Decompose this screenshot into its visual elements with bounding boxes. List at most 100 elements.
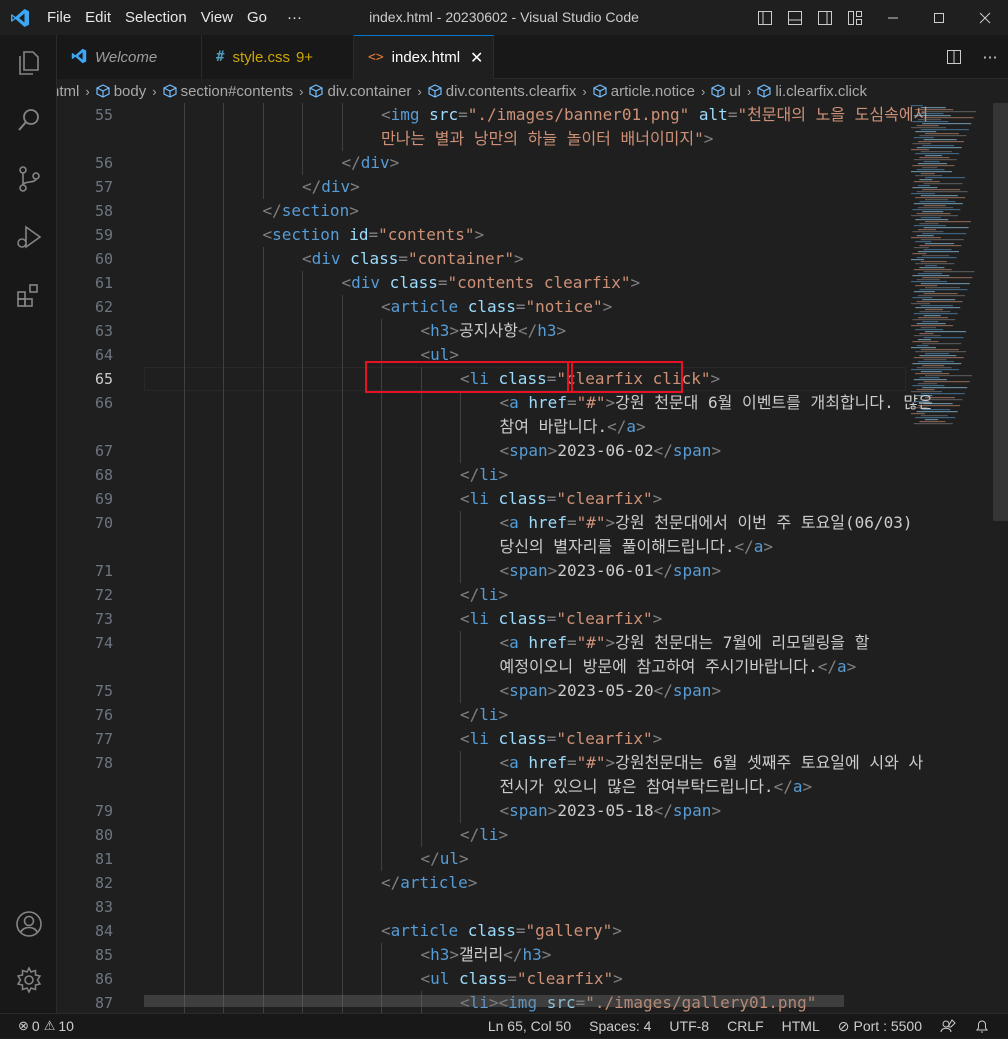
toggle-primary-sidebar-icon[interactable] bbox=[750, 0, 780, 35]
minimap[interactable] bbox=[905, 103, 995, 1013]
code-line[interactable]: </div> bbox=[342, 151, 400, 175]
notifications-bell-icon[interactable] bbox=[965, 1014, 1008, 1039]
code-token: > bbox=[498, 465, 509, 484]
code-line[interactable]: <span>2023-05-18</span> bbox=[500, 799, 722, 823]
feedback-icon[interactable] bbox=[931, 1014, 965, 1039]
code-line[interactable]: 만나는 별과 낭만의 하늘 놀이터 배너이미지"> bbox=[381, 127, 713, 151]
settings-gear-icon[interactable] bbox=[0, 956, 57, 1004]
code-line[interactable]: <span>2023-06-01</span> bbox=[500, 559, 722, 583]
end-of-line[interactable]: CRLF bbox=[718, 1014, 773, 1039]
minimap-line bbox=[912, 341, 939, 343]
problems-indicator[interactable]: ⊗ 0 ⚠ 10 bbox=[0, 1014, 83, 1039]
minimap-line bbox=[911, 303, 930, 305]
breadcrumb-item[interactable]: body bbox=[96, 83, 146, 100]
toggle-panel-icon[interactable] bbox=[780, 0, 810, 35]
more-actions-icon[interactable]: ··· bbox=[972, 48, 1008, 67]
code-line[interactable]: </li> bbox=[460, 703, 508, 727]
tab-style-css[interactable]: # style.css 9+ bbox=[202, 35, 354, 79]
menu-more[interactable]: ··· bbox=[280, 0, 309, 35]
close-window-icon[interactable] bbox=[962, 0, 1008, 35]
code-line[interactable]: 전시가 있으니 많은 참여부탁드립니다.</a> bbox=[500, 775, 813, 799]
code-line[interactable]: </div> bbox=[302, 175, 360, 199]
indentation[interactable]: Spaces: 4 bbox=[580, 1014, 660, 1039]
live-server-port[interactable]: ⊘ Port : 5500 bbox=[829, 1014, 931, 1039]
menu-selection[interactable]: Selection bbox=[118, 0, 194, 35]
minimap-line bbox=[922, 123, 972, 125]
code-line[interactable]: <div class="container"> bbox=[302, 247, 524, 271]
code-line[interactable]: <a href="#">강원 천문대 6월 이벤트를 개최합니다. 많은 bbox=[500, 391, 933, 415]
minimap-line bbox=[915, 131, 937, 133]
code-line[interactable]: <span>2023-05-20</span> bbox=[500, 679, 722, 703]
minimap-line bbox=[911, 105, 923, 107]
code-line[interactable]: <h3>공지사항</h3> bbox=[421, 319, 567, 343]
menu-file[interactable]: File bbox=[40, 0, 78, 35]
menu-edit[interactable]: Edit bbox=[78, 0, 118, 35]
tab-welcome[interactable]: Welcome bbox=[57, 35, 202, 79]
cursor-position[interactable]: Ln 65, Col 50 bbox=[479, 1014, 580, 1039]
extensions-icon[interactable] bbox=[0, 272, 57, 320]
breadcrumb-item[interactable]: article.notice bbox=[593, 83, 695, 100]
code-line[interactable]: </article> bbox=[381, 871, 477, 895]
code-line[interactable]: <span>2023-06-02</span> bbox=[500, 439, 722, 463]
code-line[interactable]: <li class="clearfix"> bbox=[460, 487, 662, 511]
search-icon[interactable] bbox=[0, 96, 57, 144]
explorer-icon[interactable] bbox=[0, 39, 57, 87]
code-line[interactable]: </section> bbox=[263, 199, 359, 223]
tab-index-html[interactable]: <> index.html ✕ bbox=[354, 35, 494, 79]
breadcrumb-item[interactable]: li.clearfix.click bbox=[757, 83, 867, 100]
menu-go[interactable]: Go bbox=[240, 0, 274, 35]
run-and-debug-icon[interactable] bbox=[0, 213, 57, 261]
code-line[interactable]: <div class="contents clearfix"> bbox=[342, 271, 641, 295]
toggle-secondary-sidebar-icon[interactable] bbox=[810, 0, 840, 35]
minimap-line bbox=[919, 355, 957, 357]
code-token: = bbox=[398, 249, 408, 268]
code-line[interactable]: <article class="gallery"> bbox=[381, 919, 622, 943]
breadcrumb-item[interactable]: div.contents.clearfix bbox=[428, 83, 576, 100]
code-line[interactable]: <section id="contents"> bbox=[263, 223, 485, 247]
accounts-icon[interactable] bbox=[0, 900, 57, 948]
encoding[interactable]: UTF-8 bbox=[660, 1014, 718, 1039]
scrollbar-thumb[interactable] bbox=[993, 103, 1008, 521]
line-number bbox=[57, 127, 113, 151]
code-line[interactable]: 예정이오니 방문에 참고하여 주시기바랍니다.</a> bbox=[500, 655, 857, 679]
minimap-line bbox=[918, 339, 931, 341]
breadcrumb-item[interactable]: div.container bbox=[309, 83, 411, 100]
code-token: < bbox=[499, 561, 510, 580]
code-line[interactable]: <img src="./images/banner01.png" alt="천문… bbox=[381, 103, 928, 127]
menu-view[interactable]: View bbox=[194, 0, 240, 35]
code-line[interactable]: </li> bbox=[460, 823, 508, 847]
minimize-icon[interactable] bbox=[870, 0, 916, 35]
maximize-icon[interactable] bbox=[916, 0, 962, 35]
code-line[interactable]: </ul> bbox=[421, 847, 469, 871]
vscode-logo-icon bbox=[0, 0, 40, 35]
source-control-icon[interactable] bbox=[0, 155, 57, 203]
code-token: class bbox=[488, 489, 547, 508]
code-line[interactable]: <a href="#">강원 천문대에서 이번 주 토요일(06/03) bbox=[500, 511, 913, 535]
line-number: 78 bbox=[94, 754, 113, 772]
horizontal-scrollbar[interactable] bbox=[144, 995, 844, 1007]
code-token: "gallery" bbox=[525, 921, 613, 940]
code-line[interactable]: <article class="notice"> bbox=[381, 295, 612, 319]
code-line[interactable]: 참여 바랍니다.</a> bbox=[500, 415, 646, 439]
code-token: > bbox=[711, 441, 722, 460]
code-line[interactable]: <li class="clearfix"> bbox=[460, 727, 662, 751]
minimap-line bbox=[912, 363, 962, 365]
breadcrumb-item[interactable]: html bbox=[57, 83, 79, 100]
code-line[interactable]: <h3>갤러리</h3> bbox=[421, 943, 552, 967]
code-line[interactable]: <ul class="clearfix"> bbox=[421, 967, 623, 991]
breadcrumb-item[interactable]: section#contents bbox=[162, 83, 293, 100]
code-line[interactable]: 당신의 별자리를 풀이해드립니다.</a> bbox=[500, 535, 774, 559]
code-token: a bbox=[509, 513, 519, 532]
language-mode[interactable]: HTML bbox=[773, 1014, 829, 1039]
code-editor[interactable]: 55 <img src="./images/banner01.png" alt="… bbox=[57, 103, 1008, 1013]
code-line[interactable]: <a href="#">강원 천문대는 7월에 리모델링을 할 bbox=[500, 631, 870, 655]
code-line[interactable]: <a href="#">강원천문대는 6월 셋째주 토요일에 시와 사 bbox=[500, 751, 924, 775]
split-editor-icon[interactable] bbox=[936, 49, 972, 65]
customize-layout-icon[interactable] bbox=[840, 0, 870, 35]
code-line[interactable]: </li> bbox=[460, 583, 508, 607]
chevron-right-icon: › bbox=[299, 83, 304, 99]
code-line[interactable]: <li class="clearfix"> bbox=[460, 607, 662, 631]
close-tab-icon[interactable]: ✕ bbox=[470, 48, 483, 68]
code-line[interactable]: </li> bbox=[460, 463, 508, 487]
breadcrumb-item[interactable]: ul bbox=[711, 83, 741, 100]
